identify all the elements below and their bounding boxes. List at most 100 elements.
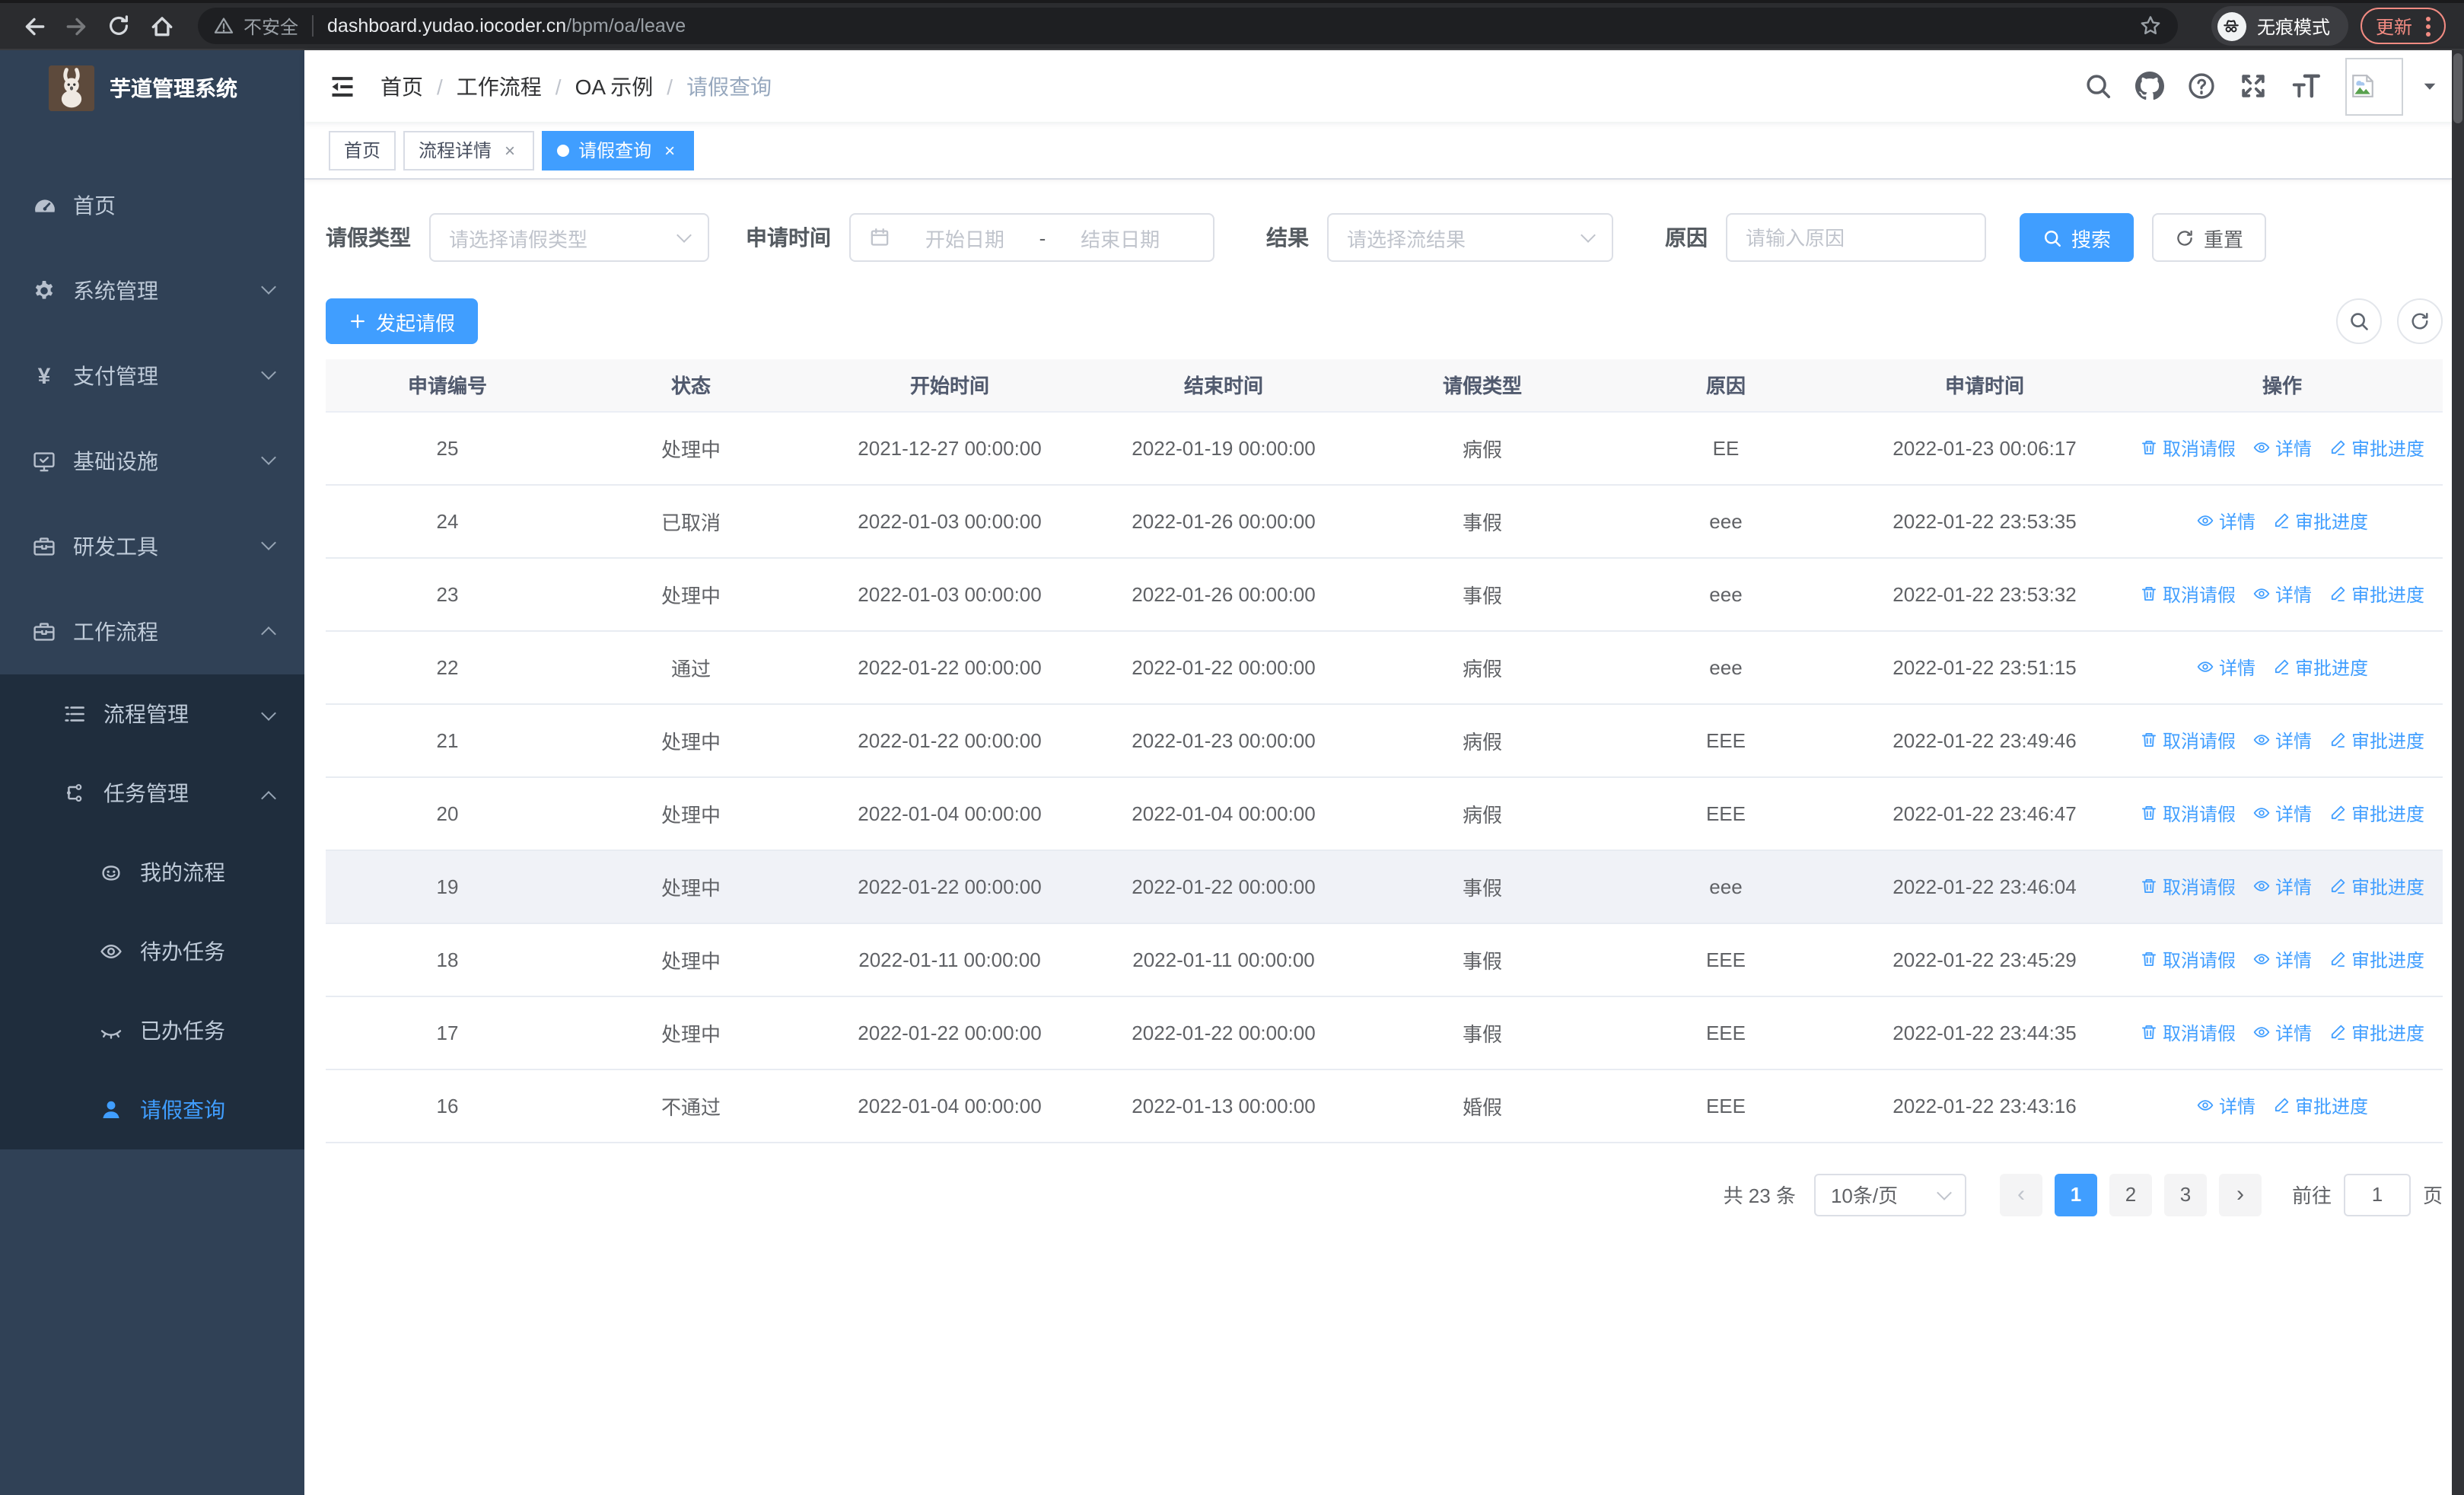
approval-progress-link[interactable]: 审批进度 bbox=[2329, 800, 2424, 826]
table-row: 23 处理中 2022-01-03 00:00:00 2022-01-26 00… bbox=[326, 557, 2443, 631]
bookmark-star-icon[interactable] bbox=[2138, 14, 2163, 38]
sidebar-item-devtools[interactable]: 研发工具 bbox=[0, 504, 304, 589]
cell-reason: EEE bbox=[1604, 776, 1848, 850]
approval-progress-link[interactable]: 审批进度 bbox=[2272, 508, 2368, 534]
cell-end-time: 2022-01-26 00:00:00 bbox=[1087, 484, 1361, 558]
address-bar[interactable]: 不安全 dashboard.yudao.iocoder.cn/bpm/oa/le… bbox=[198, 8, 2178, 44]
leave-type-select[interactable]: 请选择请假类型 bbox=[429, 213, 709, 262]
cell-apply-id: 16 bbox=[326, 1069, 569, 1143]
goto-page-input[interactable] bbox=[2343, 1173, 2411, 1216]
chevron-down-icon bbox=[261, 279, 276, 295]
tab-process-detail[interactable]: 流程详情 × bbox=[403, 130, 535, 170]
robot-face-icon bbox=[97, 860, 125, 885]
cancel-leave-link[interactable]: 取消请假 bbox=[2140, 727, 2236, 753]
avatar-caret-icon[interactable] bbox=[2420, 76, 2440, 96]
browser-forward-button[interactable] bbox=[61, 11, 91, 41]
page-scrollbar[interactable] bbox=[2452, 50, 2464, 1495]
user-icon bbox=[97, 1098, 125, 1122]
approval-progress-link[interactable]: 审批进度 bbox=[2329, 1019, 2424, 1045]
approval-progress-link[interactable]: 审批进度 bbox=[2329, 581, 2424, 607]
browser-back-button[interactable] bbox=[18, 11, 49, 41]
header-search-icon[interactable] bbox=[2084, 72, 2112, 100]
sidebar-item-home[interactable]: 首页 bbox=[0, 163, 304, 248]
sidebar-item-done-tasks[interactable]: 已办任务 bbox=[0, 991, 304, 1070]
cancel-leave-link[interactable]: 取消请假 bbox=[2140, 800, 2236, 826]
page-button-3[interactable]: 3 bbox=[2163, 1173, 2207, 1216]
detail-link[interactable]: 详情 bbox=[2252, 435, 2312, 461]
search-button[interactable]: 搜索 bbox=[2020, 213, 2135, 262]
breadcrumb-home[interactable]: 首页 bbox=[380, 71, 423, 101]
chevron-down-icon bbox=[261, 450, 276, 465]
breadcrumb-workflow[interactable]: 工作流程 bbox=[457, 71, 542, 101]
detail-link[interactable]: 详情 bbox=[2196, 1092, 2255, 1118]
start-date-placeholder[interactable]: 开始日期 bbox=[925, 223, 1004, 252]
prev-page-button[interactable]: ‹ bbox=[1999, 1173, 2042, 1216]
sidebar-item-leave-query[interactable]: 请假查询 bbox=[0, 1070, 304, 1149]
font-size-icon[interactable] bbox=[2291, 70, 2322, 102]
approval-progress-link[interactable]: 审批进度 bbox=[2272, 1092, 2368, 1118]
browser-reload-button[interactable] bbox=[103, 11, 134, 41]
browser-menu-icon[interactable] bbox=[2426, 16, 2431, 36]
github-icon[interactable] bbox=[2135, 72, 2164, 100]
reason-input[interactable] bbox=[1727, 215, 1985, 260]
reset-button[interactable]: 重置 bbox=[2152, 213, 2267, 262]
cancel-leave-link[interactable]: 取消请假 bbox=[2140, 946, 2236, 972]
sidebar-item-infra[interactable]: 基础设施 bbox=[0, 419, 304, 504]
page-button-1[interactable]: 1 bbox=[2054, 1173, 2097, 1216]
sidebar-item-todo-tasks[interactable]: 待办任务 bbox=[0, 912, 304, 991]
sidebar-item-system[interactable]: 系统管理 bbox=[0, 248, 304, 333]
create-leave-button[interactable]: 发起请假 bbox=[326, 298, 479, 344]
detail-link[interactable]: 详情 bbox=[2252, 1019, 2312, 1045]
incognito-badge: 无痕模式 bbox=[2211, 6, 2348, 46]
detail-link[interactable]: 详情 bbox=[2196, 654, 2255, 680]
sidebar-collapse-icon[interactable] bbox=[329, 72, 356, 100]
approval-progress-link[interactable]: 审批进度 bbox=[2329, 435, 2424, 461]
cancel-leave-link[interactable]: 取消请假 bbox=[2140, 435, 2236, 461]
table-row: 20 处理中 2022-01-04 00:00:00 2022-01-04 00… bbox=[326, 776, 2443, 850]
approval-progress-link[interactable]: 审批进度 bbox=[2329, 946, 2424, 972]
tab-home[interactable]: 首页 bbox=[329, 130, 396, 170]
tab-close-icon[interactable]: × bbox=[661, 139, 679, 161]
browser-home-button[interactable] bbox=[146, 11, 177, 41]
cancel-leave-link[interactable]: 取消请假 bbox=[2140, 581, 2236, 607]
detail-link[interactable]: 详情 bbox=[2252, 800, 2312, 826]
sidebar-item-task-mgmt[interactable]: 任务管理 bbox=[0, 754, 304, 833]
detail-link[interactable]: 详情 bbox=[2196, 508, 2255, 534]
sidebar-item-my-process[interactable]: 我的流程 bbox=[0, 833, 304, 912]
next-page-button[interactable]: › bbox=[2218, 1173, 2262, 1216]
page-size-select[interactable]: 10条/页 bbox=[1813, 1173, 1966, 1216]
scrollbar-thumb[interactable] bbox=[2453, 53, 2462, 123]
cancel-leave-link[interactable]: 取消请假 bbox=[2140, 1019, 2236, 1045]
fullscreen-icon[interactable] bbox=[2239, 72, 2268, 100]
detail-link[interactable]: 详情 bbox=[2252, 727, 2312, 753]
help-icon[interactable] bbox=[2187, 72, 2216, 100]
tab-leave-query[interactable]: 请假查询 × bbox=[542, 130, 695, 170]
end-date-placeholder[interactable]: 结束日期 bbox=[1081, 223, 1160, 252]
sidebar-item-process-mgmt[interactable]: 流程管理 bbox=[0, 674, 304, 754]
apply-time-range-picker[interactable]: 开始日期 - 结束日期 bbox=[849, 213, 1214, 262]
refresh-table-button[interactable] bbox=[2397, 298, 2443, 344]
toggle-search-button[interactable] bbox=[2336, 298, 2382, 344]
leave-table: 申请编号 状态 开始时间 结束时间 请假类型 原因 申请时间 操作 25 处理中… bbox=[326, 359, 2443, 1143]
trash-icon bbox=[2140, 877, 2158, 895]
detail-link[interactable]: 详情 bbox=[2252, 873, 2312, 899]
app-logo-row[interactable]: 芋道管理系统 bbox=[0, 50, 304, 126]
reason-label: 原因 bbox=[1665, 225, 1708, 250]
cancel-leave-link[interactable]: 取消请假 bbox=[2140, 873, 2236, 899]
chevron-up-icon bbox=[261, 626, 276, 642]
breadcrumb-oa-example[interactable]: OA 示例 bbox=[575, 71, 654, 101]
browser-update-button[interactable]: 更新 bbox=[2360, 8, 2446, 44]
result-select[interactable]: 请选择流结果 bbox=[1327, 213, 1613, 262]
approval-progress-link[interactable]: 审批进度 bbox=[2329, 727, 2424, 753]
tab-close-icon[interactable]: × bbox=[501, 139, 519, 161]
sidebar-item-workflow[interactable]: 工作流程 bbox=[0, 589, 304, 674]
approval-progress-link[interactable]: 审批进度 bbox=[2272, 654, 2368, 680]
page-button-2[interactable]: 2 bbox=[2109, 1173, 2152, 1216]
detail-link[interactable]: 详情 bbox=[2252, 581, 2312, 607]
detail-link[interactable]: 详情 bbox=[2252, 946, 2312, 972]
avatar[interactable] bbox=[2345, 57, 2403, 115]
sidebar-item-payment[interactable]: ¥ 支付管理 bbox=[0, 333, 304, 419]
cell-leave-type: 病假 bbox=[1361, 776, 1604, 850]
col-reason: 原因 bbox=[1604, 359, 1848, 412]
approval-progress-link[interactable]: 审批进度 bbox=[2329, 873, 2424, 899]
